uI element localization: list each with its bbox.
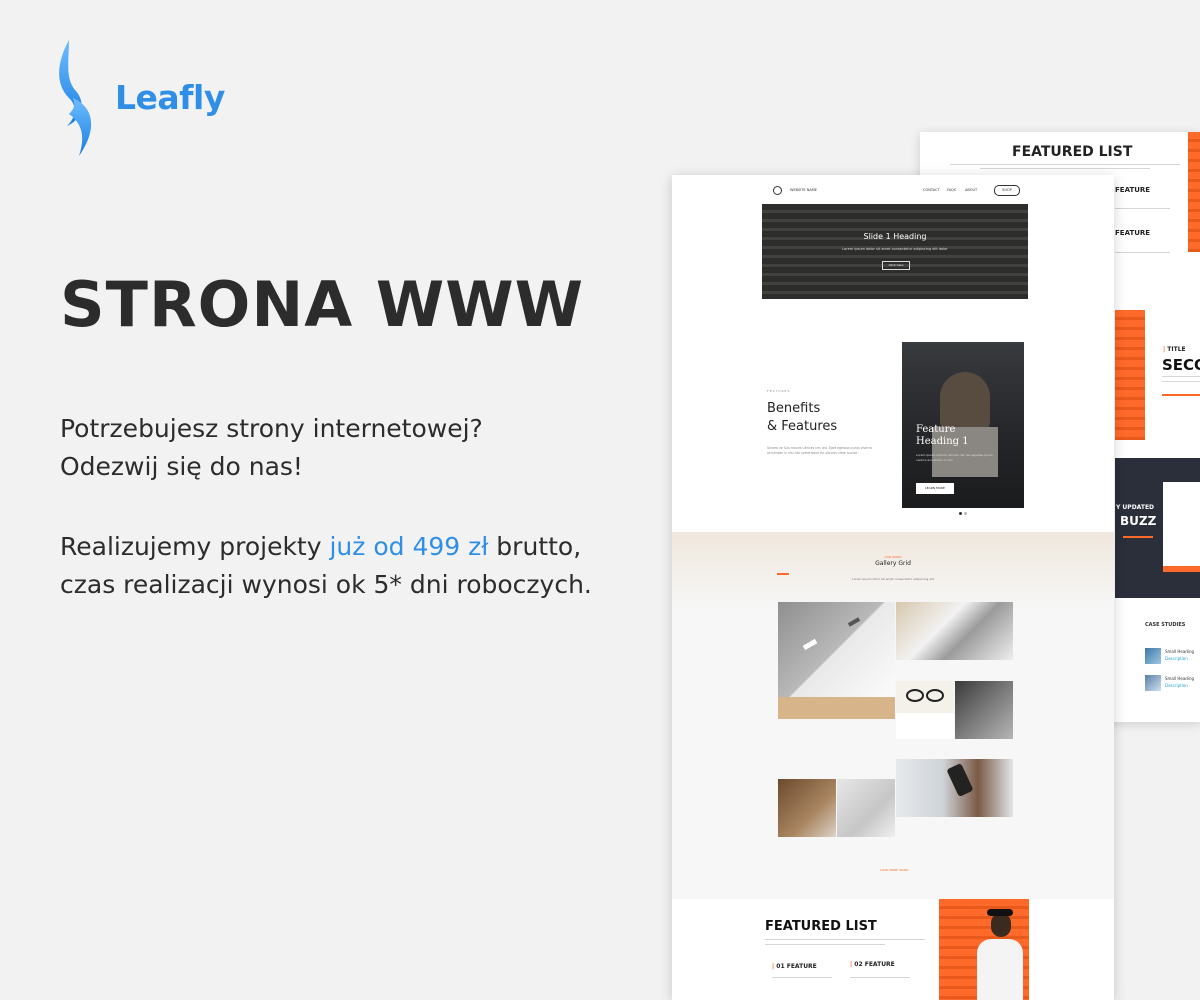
featured-list-title: FEATURED LIST xyxy=(765,919,877,934)
nav-about[interactable]: ABOUT xyxy=(965,188,977,192)
back-stay-title: BUZZ xyxy=(1120,514,1157,528)
offer-part-2: brutto, xyxy=(488,532,582,561)
brand-name: Leafly xyxy=(115,78,225,117)
featured-person-image xyxy=(939,899,1029,1000)
gallery-eyebrow: OUR WORK xyxy=(884,555,902,559)
site-logo-icon xyxy=(773,186,782,195)
gallery-glasses-image xyxy=(896,681,954,739)
lead-line-2: Odezwij się do nas! xyxy=(60,452,303,481)
case-image-2 xyxy=(1145,675,1161,691)
case-heading-1: Small Heading xyxy=(1165,649,1195,654)
gallery-subtitle: Lorem ipsum dolor sit amet consectetur a… xyxy=(852,577,934,581)
hero-subtitle: Lorem ipsum dolor sit amet consectetur a… xyxy=(842,247,948,251)
back-feature-2: FEATURE xyxy=(1115,229,1151,237)
nav-faqs[interactable]: FAQS xyxy=(947,188,956,192)
benefits-eyebrow: FEATURES xyxy=(767,389,791,393)
hero-slide-image xyxy=(762,204,1028,299)
feature-card-body: Lorem ipsum mauris ultrices nec leo eges… xyxy=(916,453,993,462)
benefits-title-2: & Features xyxy=(767,419,838,434)
back-second-eyebrow: TITLE xyxy=(1167,346,1186,353)
gallery-phone-image xyxy=(896,759,1013,817)
gallery-sketch-image xyxy=(837,779,895,837)
offer-line-1: Realizujemy projekty już od 499 zł brutt… xyxy=(60,528,592,566)
gallery-clothes-image xyxy=(896,602,1013,660)
back-orange-wall xyxy=(1115,310,1145,440)
learn-more-button[interactable]: LEARN MORE xyxy=(916,483,954,494)
back-featured-title: FEATURED LIST xyxy=(1012,144,1133,160)
gallery-devices-image xyxy=(955,681,1013,739)
offer-text: Realizujemy projekty już od 499 zł brutt… xyxy=(60,528,592,604)
back-form-card[interactable] xyxy=(1163,482,1200,572)
shop-button[interactable]: SHOP xyxy=(994,185,1020,196)
back-stay-eyebrow: Y UPDATED xyxy=(1116,504,1155,511)
back-orange-photo xyxy=(1188,132,1200,252)
site-name: WEBSITE NAME xyxy=(790,188,817,192)
offer-part-1: Realizujemy projekty xyxy=(60,532,330,561)
case-heading-2: Small Heading xyxy=(1165,676,1195,681)
back-case-title: CASE STUDIES xyxy=(1145,622,1186,628)
mockup-front-page: WEBSITE NAME CONTACT FAQS ABOUT SHOP Sli… xyxy=(672,175,1114,1000)
hero-cta-button[interactable]: Click here xyxy=(882,261,910,270)
benefits-title-1: Benefits xyxy=(767,401,821,416)
page-headline: STRONA WWW xyxy=(60,268,585,341)
gallery-tshirts-image xyxy=(778,602,895,719)
benefits-body: Severo ve Sus mauris ultrices nec leo. E… xyxy=(767,446,872,455)
feature-heading-1: Feature xyxy=(916,424,956,435)
case-desc-2: Description xyxy=(1165,683,1188,688)
leafly-flame-logo-icon xyxy=(59,40,92,156)
offer-line-2: czas realizacji wynosi ok 5* dni roboczy… xyxy=(60,570,592,599)
case-desc-1: Description xyxy=(1165,656,1188,661)
offer-price: już od 499 zł xyxy=(329,532,489,561)
hero-heading: Slide 1 Heading xyxy=(863,232,927,241)
gallery-title: Gallery Grid xyxy=(875,560,911,567)
feature-heading-2: Heading 1 xyxy=(916,436,969,447)
carousel-dot-1[interactable] xyxy=(959,512,962,515)
back-feature-1: FEATURE xyxy=(1115,186,1151,194)
featured-item-1: 01 FEATURE xyxy=(776,963,817,970)
nav-contact[interactable]: CONTACT xyxy=(923,188,940,192)
gallery-desk-image xyxy=(778,779,836,837)
featured-item-2: 02 FEATURE xyxy=(854,961,895,968)
lead-text: Potrzebujesz strony internetowej? Odezwi… xyxy=(60,410,483,486)
case-image-1 xyxy=(1145,648,1161,664)
lead-line-1: Potrzebujesz strony internetowej? xyxy=(60,414,483,443)
load-more-link[interactable]: LOAD MORE WORK xyxy=(880,868,908,872)
carousel-dot-2[interactable] xyxy=(964,512,967,515)
back-second-title: SECO xyxy=(1162,356,1200,374)
